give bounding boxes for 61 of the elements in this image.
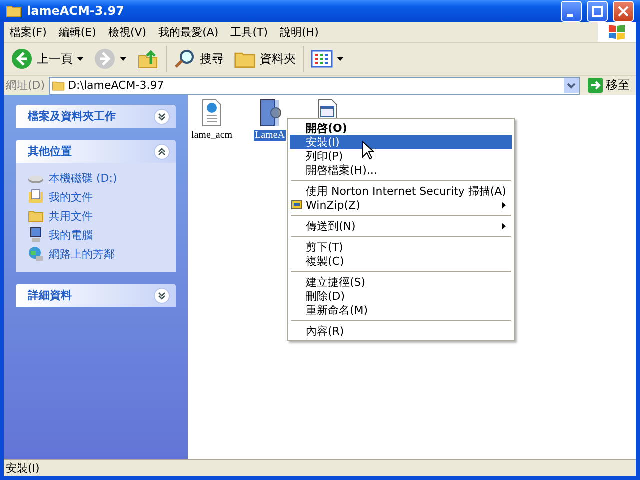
maximize-icon — [592, 6, 603, 16]
context-menu-item[interactable]: 開啓(O) — [290, 121, 512, 135]
address-field[interactable]: D:\lameACM-3.97 — [49, 76, 580, 94]
submenu-arrow-icon — [502, 202, 506, 208]
place-link[interactable]: 我的文件 — [28, 189, 164, 205]
place-link[interactable]: 本機磁碟 (D:) — [28, 171, 164, 186]
status-text: 安裝(I) — [6, 460, 40, 476]
menu-item[interactable]: 檔案(F) — [4, 24, 53, 40]
dropdown-icon[interactable] — [564, 78, 579, 93]
up-folder-icon — [137, 48, 159, 70]
context-menu-item[interactable]: 剪下(T) — [290, 240, 512, 254]
archive-icon — [291, 199, 303, 211]
documents-icon — [28, 189, 44, 205]
context-menu-item[interactable]: 安裝(I) — [290, 135, 512, 149]
dropdown-caret-icon — [337, 57, 344, 61]
context-menu-item[interactable]: 列印(P) — [290, 149, 512, 163]
minimize-button[interactable] — [561, 0, 582, 22]
menu-item[interactable]: 我的最愛(A) — [152, 24, 225, 40]
back-button[interactable]: 上一頁 — [8, 46, 87, 72]
network-icon — [28, 246, 44, 262]
context-menu-item[interactable]: 刪除(D) — [290, 289, 512, 303]
window-title: lameACM-3.97 — [27, 4, 126, 18]
place-link[interactable]: 我的電腦 — [28, 227, 164, 243]
close-icon — [618, 6, 629, 16]
context-menu-item[interactable]: 重新命名(M) — [290, 303, 512, 317]
folders-button[interactable]: 資料夾 — [231, 46, 299, 72]
computer-icon — [28, 227, 44, 243]
context-menu-item[interactable]: 開啓檔案(H)... — [290, 163, 512, 177]
collapse-icon[interactable] — [154, 144, 170, 160]
menu-item[interactable]: 工具(T) — [224, 24, 274, 40]
file-name[interactable]: LameA — [254, 130, 286, 141]
menu-item[interactable]: 檢視(V) — [102, 24, 153, 40]
go-arrow-icon — [588, 78, 603, 93]
submenu-arrow-icon — [502, 222, 506, 230]
drive-icon — [28, 172, 44, 184]
place-link[interactable]: 共用文件 — [28, 208, 164, 224]
search-icon — [174, 48, 196, 70]
menu-item[interactable]: 說明(H) — [274, 24, 325, 40]
menu-item[interactable]: 編輯(E) — [52, 24, 102, 40]
context-menu-item[interactable]: 內容(R) — [290, 324, 512, 338]
expand-icon[interactable] — [154, 108, 170, 124]
views-icon — [311, 49, 333, 69]
folder-icon — [52, 79, 66, 92]
dropdown-caret-icon — [120, 57, 127, 61]
go-button[interactable]: 移至 — [584, 77, 634, 94]
windows-logo-icon — [598, 22, 636, 42]
context-menu-item[interactable]: 複製(C) — [290, 254, 512, 268]
expand-icon[interactable] — [154, 288, 170, 304]
search-button[interactable]: 搜尋 — [171, 46, 227, 72]
context-menu-item[interactable]: 傳送到(N) — [290, 219, 512, 233]
file-name[interactable]: lame_acm — [190, 130, 234, 141]
dropdown-caret-icon — [77, 57, 84, 61]
context-menu-item[interactable]: 使用 Norton Internet Security 掃描(A) — [290, 184, 512, 198]
maximize-button[interactable] — [587, 0, 608, 22]
address-label: 網址(D) — [6, 78, 46, 93]
context-menu-item[interactable]: WinZip(Z) — [290, 198, 512, 212]
mouse-cursor-icon — [362, 141, 374, 160]
minimize-icon — [566, 14, 572, 16]
context-menu-item[interactable]: 建立捷徑(S) — [290, 275, 512, 289]
place-link[interactable]: 網路上的芳鄰 — [28, 246, 164, 262]
close-button[interactable] — [613, 0, 634, 22]
